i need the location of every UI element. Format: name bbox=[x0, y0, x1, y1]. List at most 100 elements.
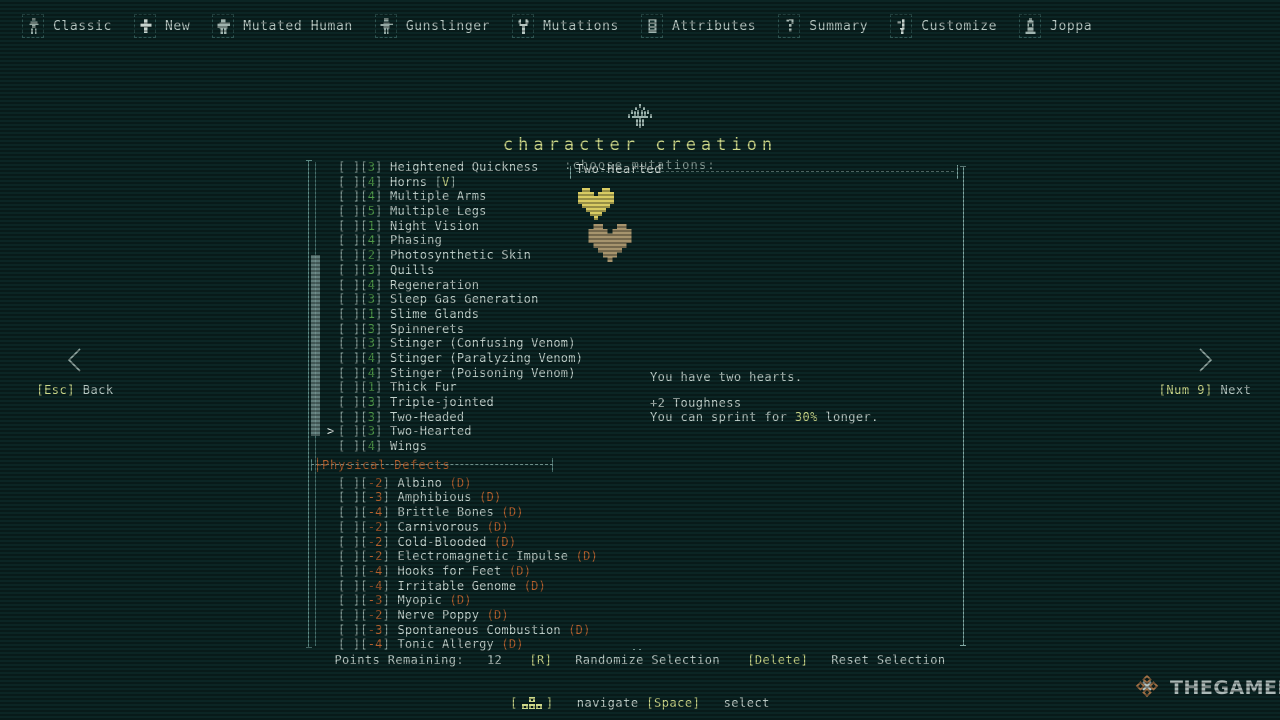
list-item[interactable]: [ ][-2] Albino (D) bbox=[324, 476, 566, 491]
list-item[interactable]: [ ][1] Thick Fur bbox=[324, 380, 566, 395]
nav-item-gunslinger[interactable]: Gunslinger bbox=[374, 9, 490, 43]
nav-item-new[interactable]: New bbox=[134, 9, 190, 43]
list-item[interactable]: [ ][4] Phasing bbox=[324, 233, 566, 248]
reset-label[interactable]: Reset Selection bbox=[831, 653, 945, 667]
item-checkbox[interactable]: [ ] bbox=[338, 263, 360, 277]
item-cost-bracket: ] bbox=[375, 248, 383, 263]
list-item[interactable]: [ ][4] Wings bbox=[324, 439, 566, 454]
item-cost-bracket: [ bbox=[360, 204, 368, 219]
nav-item-summary[interactable]: Summary bbox=[778, 9, 868, 43]
list-item[interactable]: [ ][-4] Irritable Genome (D) bbox=[324, 579, 566, 594]
item-cost-bracket: ] bbox=[375, 160, 383, 174]
reset-key[interactable]: [Delete] bbox=[747, 653, 808, 667]
list-item[interactable]: [ ][5] Multiple Legs bbox=[324, 204, 566, 219]
nav-item-customize[interactable]: Customize bbox=[890, 9, 997, 43]
item-defect-tag: (D) bbox=[523, 578, 546, 593]
item-checkbox[interactable]: [ ] bbox=[338, 292, 360, 306]
item-name: Tonic Allergy bbox=[397, 637, 494, 652]
item-checkbox[interactable]: [ ] bbox=[338, 248, 360, 262]
list-scrollbar-thumb[interactable] bbox=[311, 254, 320, 436]
list-item[interactable]: [ ][4] Horns [V] bbox=[324, 175, 566, 190]
item-checkbox[interactable]: [ ] bbox=[338, 380, 360, 394]
list-item[interactable]: [ ][4] Regeneration bbox=[324, 278, 566, 293]
list-item[interactable]: [ ][-2] Electromagnetic Impulse (D) bbox=[324, 549, 598, 564]
list-item-selected[interactable]: >[ ][3] Two-Hearted bbox=[324, 424, 566, 439]
item-cost-bracket: ] bbox=[375, 409, 383, 424]
item-checkbox[interactable]: [ ] bbox=[338, 623, 360, 637]
item-checkbox[interactable]: [ ] bbox=[338, 410, 360, 424]
item-checkbox[interactable]: [ ] bbox=[338, 366, 360, 380]
item-checkbox[interactable]: [ ] bbox=[338, 351, 360, 365]
attributes-icon bbox=[640, 14, 663, 38]
list-item[interactable]: [ ][1] Night Vision bbox=[324, 219, 566, 234]
nav-item-mutated-human[interactable]: Mutated Human bbox=[212, 9, 353, 43]
select-key[interactable]: [Space] bbox=[646, 696, 700, 710]
item-checkbox[interactable]: [ ] bbox=[338, 307, 360, 321]
item-cost-bracket: [ bbox=[360, 350, 368, 365]
item-checkbox[interactable]: [ ] bbox=[338, 189, 360, 203]
list-item[interactable]: [ ][-2] Cold-Blooded (D) bbox=[324, 535, 566, 550]
item-checkbox[interactable]: [ ] bbox=[338, 476, 360, 490]
item-checkbox[interactable]: [ ] bbox=[338, 439, 360, 453]
list-item[interactable]: [ ][-3] Spontaneous Combustion (D) bbox=[324, 622, 590, 638]
nav-item-mutations[interactable]: Mutations bbox=[512, 9, 619, 43]
list-item[interactable]: [ ][4] Multiple Arms bbox=[324, 189, 566, 204]
list-item[interactable]: [ ][3] Spinnerets bbox=[324, 322, 566, 337]
nav-item-classic[interactable]: Classic bbox=[22, 9, 112, 43]
item-checkbox[interactable]: [ ] bbox=[338, 505, 360, 519]
list-item[interactable]: [ ][-2] Carnivorous (D) bbox=[324, 520, 566, 535]
back-navigation[interactable]: [Esc] Back bbox=[0, 345, 150, 397]
item-checkbox[interactable]: [ ] bbox=[338, 424, 360, 438]
list-item[interactable]: [ ][4] Stinger (Paralyzing Venom) bbox=[324, 350, 583, 366]
item-checkbox[interactable]: [ ] bbox=[338, 175, 360, 189]
plus-icon bbox=[134, 14, 156, 38]
item-cost-bracket: [ bbox=[360, 424, 368, 439]
next-navigation[interactable]: [Num 9] Next bbox=[1130, 345, 1280, 397]
item-checkbox[interactable]: [ ] bbox=[338, 549, 360, 563]
item-checkbox[interactable]: [ ] bbox=[338, 637, 360, 651]
list-item[interactable]: [ ][3] Triple-jointed bbox=[324, 395, 566, 410]
list-item[interactable]: [ ][-3] Amphibious (D) bbox=[324, 490, 566, 505]
list-item[interactable]: [ ][3] Sleep Gas Generation bbox=[324, 292, 566, 307]
list-item[interactable]: [ ][-4] Tonic Allergy (D) bbox=[324, 637, 566, 652]
item-cost-bracket: [ bbox=[360, 439, 368, 454]
list-item[interactable]: [ ][3] Heightened Quickness bbox=[324, 160, 566, 175]
item-checkbox[interactable]: [ ] bbox=[338, 564, 360, 578]
item-checkbox[interactable]: [ ] bbox=[338, 520, 360, 534]
item-checkbox[interactable]: [ ] bbox=[338, 204, 360, 218]
item-checkbox[interactable]: [ ] bbox=[338, 395, 360, 409]
item-checkbox[interactable]: [ ] bbox=[338, 233, 360, 247]
list-item[interactable]: [ ][-2] Nerve Poppy (D) bbox=[324, 608, 566, 623]
item-cost-bracket: [ bbox=[360, 306, 368, 321]
list-item[interactable]: [ ][-4] Brittle Bones (D) bbox=[324, 505, 566, 520]
item-checkbox[interactable]: [ ] bbox=[338, 278, 360, 292]
list-item[interactable]: [ ][2] Photosynthetic Skin bbox=[324, 248, 566, 263]
item-cost-bracket: [ bbox=[360, 622, 368, 637]
item-checkbox[interactable]: [ ] bbox=[338, 219, 360, 233]
list-item[interactable]: [ ][3] Quills bbox=[324, 263, 566, 278]
item-checkbox[interactable]: [ ] bbox=[338, 322, 360, 336]
item-cost: -3 bbox=[367, 593, 383, 608]
item-checkbox[interactable]: [ ] bbox=[338, 336, 360, 350]
item-checkbox[interactable]: [ ] bbox=[338, 593, 360, 607]
item-checkbox[interactable]: [ ] bbox=[338, 160, 360, 174]
item-checkbox[interactable]: [ ] bbox=[338, 608, 360, 622]
randomize-key[interactable]: [R] bbox=[529, 653, 552, 667]
randomize-label[interactable]: Randomize Selection bbox=[575, 653, 720, 667]
list-item[interactable]: [ ][-3] Myopic (D) bbox=[324, 593, 566, 608]
nav-item-attributes[interactable]: Attributes bbox=[640, 9, 757, 43]
nav-item-joppa[interactable]: Joppa bbox=[1019, 9, 1092, 43]
item-cost-bracket: [ bbox=[360, 174, 368, 189]
list-item[interactable]: [ ][3] Two-Headed bbox=[324, 410, 566, 425]
list-item[interactable]: [ ][3] Stinger (Confusing Venom) bbox=[324, 336, 575, 351]
list-item[interactable]: [ ][-4] Hooks for Feet (D) bbox=[324, 564, 566, 579]
list-item[interactable]: [ ][1] Slime Glands bbox=[324, 307, 566, 322]
nav-item-label: Attributes bbox=[671, 18, 757, 34]
list-item[interactable]: [ ][4] Stinger (Poisoning Venom) bbox=[324, 366, 575, 381]
item-cost-bracket: ] bbox=[375, 321, 383, 336]
item-checkbox[interactable]: [ ] bbox=[338, 490, 360, 504]
detail-description: You have two hearts. bbox=[650, 370, 803, 384]
item-cost-bracket: ] bbox=[375, 380, 383, 395]
item-checkbox[interactable]: [ ] bbox=[338, 579, 360, 593]
item-checkbox[interactable]: [ ] bbox=[338, 535, 360, 549]
